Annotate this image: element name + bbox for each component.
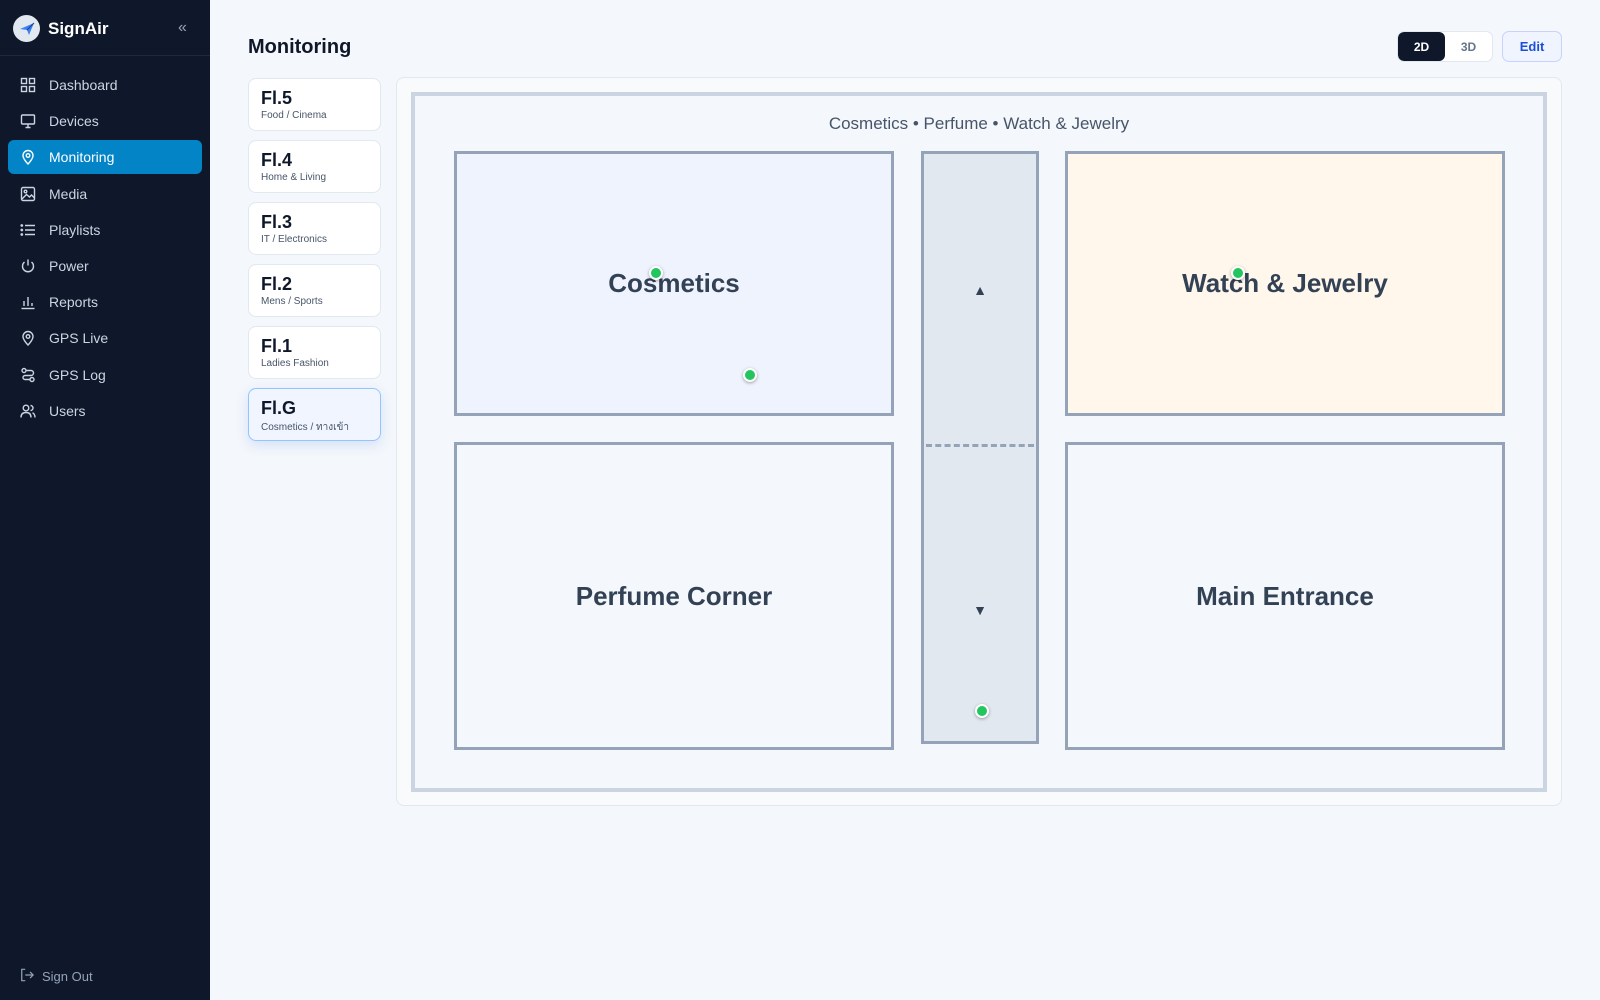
users-icon <box>20 403 36 419</box>
view-3d-button[interactable]: 3D <box>1445 32 1492 61</box>
zone-label: Main Entrance <box>1196 580 1374 611</box>
floor-name: Fl.4 <box>261 150 293 170</box>
zone-main-entrance[interactable]: Main Entrance <box>1065 442 1505 750</box>
sensor-dot[interactable] <box>743 368 757 382</box>
floor-name: Fl.3 <box>261 212 293 232</box>
collapse-sidebar-icon[interactable]: « <box>178 19 187 37</box>
floor-card-5[interactable]: Fl.5 Food / Cinema <box>248 78 381 131</box>
sign-out-label: Sign Out <box>42 969 93 984</box>
bar-chart-icon <box>20 294 36 310</box>
zone-watch-jewelry[interactable]: Watch & Jewelry <box>1065 151 1505 416</box>
zone-label: Cosmetics <box>608 268 740 298</box>
arrow-down-icon: ▼ <box>973 602 987 618</box>
view-mode-toggle: 2D 3D <box>1397 31 1493 62</box>
sidebar-item-label: Monitoring <box>49 149 115 166</box>
floor-name: Fl.2 <box>261 274 293 294</box>
map-pin-icon <box>20 149 36 166</box>
floor-name: Fl.1 <box>261 336 293 356</box>
floor-plan: Cosmetics • Perfume • Watch & Jewelry Co… <box>411 92 1547 792</box>
sidebar-item-label: Devices <box>49 113 99 130</box>
sidebar-item-label: Playlists <box>49 221 101 238</box>
sidebar-item-label: Dashboard <box>49 77 118 93</box>
sidebar-item-dashboard[interactable]: Dashboard <box>8 68 202 102</box>
sensor-dot[interactable] <box>649 266 663 280</box>
view-2d-button[interactable]: 2D <box>1398 32 1445 61</box>
floor-list: Fl.5 Food / Cinema Fl.4 Home & Living Fl… <box>248 78 381 450</box>
zone-perfume-corner[interactable]: Perfume Corner <box>454 442 894 750</box>
sidebar-item-reports[interactable]: Reports <box>8 285 202 319</box>
sign-out-button[interactable]: Sign Out <box>20 968 93 985</box>
sidebar: SignAir « Dashboard Devices Monitoring M… <box>0 0 210 1000</box>
sidebar-item-users[interactable]: Users <box>8 394 202 428</box>
zone-cosmetics[interactable]: Cosmetics <box>454 151 894 416</box>
zone-label: Perfume Corner <box>575 580 773 611</box>
sidebar-item-label: Users <box>49 402 86 419</box>
sidebar-item-label: Reports <box>49 294 99 311</box>
floor-map-header: Cosmetics • Perfume • Watch & Jewelry <box>828 114 1130 133</box>
floor-card-4[interactable]: Fl.4 Home & Living <box>248 140 381 193</box>
sidebar-item-playlists[interactable]: Playlists <box>8 213 202 247</box>
power-icon <box>20 258 36 274</box>
arrow-up-icon: ▲ <box>973 282 987 298</box>
map-pin-icon <box>20 330 36 347</box>
floor-name: Fl.5 <box>261 88 293 108</box>
app-name: SignAir <box>48 18 109 38</box>
sensor-dot[interactable] <box>1231 266 1245 280</box>
sidebar-item-media[interactable]: Media <box>8 177 202 211</box>
list-icon <box>20 222 36 238</box>
floor-description: Ladies Fashion <box>261 358 329 369</box>
floor-description: IT / Electronics <box>261 234 327 245</box>
sidebar-item-label: Media <box>49 185 88 202</box>
escalator-corridor: ▲ ▼ <box>921 151 1039 744</box>
floor-description: Food / Cinema <box>261 110 327 121</box>
image-icon <box>20 186 36 202</box>
floor-card-g[interactable]: Fl.G Cosmetics / ทางเข้า <box>248 388 381 441</box>
sidebar-item-label: GPS Log <box>49 366 106 383</box>
logout-icon <box>20 968 34 985</box>
floor-name: Fl.G <box>261 398 296 418</box>
floor-map-panel: Cosmetics • Perfume • Watch & Jewelry Co… <box>396 77 1562 806</box>
sidebar-item-label: Power <box>49 257 89 274</box>
floor-description: Mens / Sports <box>261 296 323 307</box>
divider <box>0 55 210 56</box>
sidebar-item-gps-live[interactable]: GPS Live <box>8 321 202 355</box>
floor-card-1[interactable]: Fl.1 Ladies Fashion <box>248 326 381 379</box>
route-icon <box>20 367 36 383</box>
grid-icon <box>20 77 36 93</box>
edit-button[interactable]: Edit <box>1502 31 1562 62</box>
corridor-divider <box>926 444 1034 447</box>
floor-description: Cosmetics / ทางเข้า <box>261 422 349 433</box>
sensor-dot[interactable] <box>975 704 989 718</box>
paper-plane-logo-icon <box>13 15 40 42</box>
sidebar-item-monitoring[interactable]: Monitoring <box>8 140 202 175</box>
brand[interactable]: SignAir <box>13 15 108 42</box>
floor-card-2[interactable]: Fl.2 Mens / Sports <box>248 264 381 317</box>
sidebar-item-label: GPS Live <box>49 330 109 347</box>
floor-card-3[interactable]: Fl.3 IT / Electronics <box>248 202 381 255</box>
sidebar-item-power[interactable]: Power <box>8 249 202 283</box>
monitor-icon <box>20 113 36 129</box>
floor-description: Home & Living <box>261 172 327 183</box>
zone-label: Watch & Jewelry <box>1182 268 1388 298</box>
sidebar-item-devices[interactable]: Devices <box>8 104 202 138</box>
sidebar-item-gps-log[interactable]: GPS Log <box>8 358 202 392</box>
page-title: Monitoring <box>248 36 352 58</box>
sidebar-nav: Dashboard Devices Monitoring Media Playl… <box>8 68 202 430</box>
